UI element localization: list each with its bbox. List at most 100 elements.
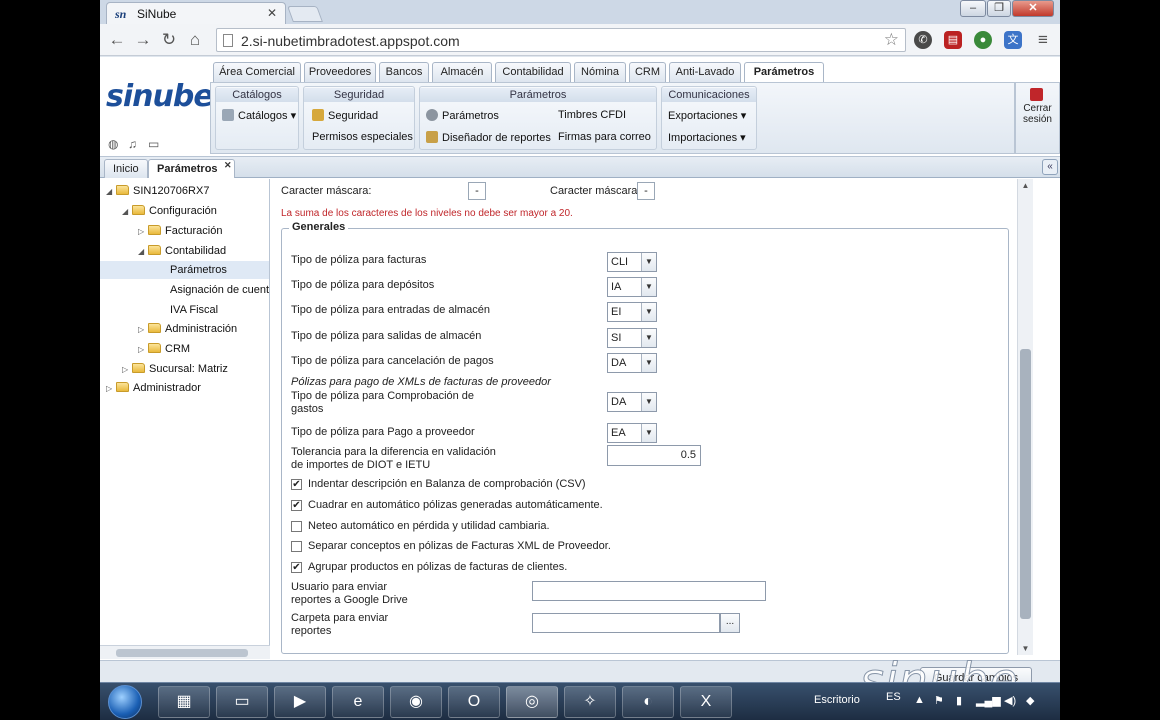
translate-extension-icon[interactable]: 文	[1004, 31, 1022, 49]
parametros-button[interactable]: Parámetros	[426, 109, 499, 122]
poliza-facturas-select[interactable]: CLI ▼	[607, 252, 657, 272]
close-tab-icon[interactable]: ✕	[224, 156, 232, 174]
seguridad-button[interactable]: Seguridad	[312, 109, 378, 122]
check-agrupar[interactable]: ✔	[291, 562, 302, 573]
scroll-down-icon[interactable]: ▼	[1020, 644, 1031, 653]
mask2-input[interactable]: -	[637, 182, 655, 200]
minimize-icon[interactable]: –	[960, 0, 986, 17]
evernote-extension-icon[interactable]: ●	[974, 31, 992, 49]
carpeta-input[interactable]	[532, 613, 720, 633]
permisos-button[interactable]: Permisos especiales	[312, 131, 413, 143]
check-neteo[interactable]	[291, 521, 302, 532]
exportaciones-menu[interactable]: Exportaciones ▾	[668, 109, 746, 122]
bell-icon[interactable]: ♫	[128, 137, 142, 151]
tolerancia-input[interactable]: 0.5	[607, 445, 701, 466]
forward-arrow-icon[interactable]: →	[132, 30, 154, 50]
form-vertical-scrollbar[interactable]: ▲ ▼	[1017, 179, 1033, 655]
whatsapp-extension-icon[interactable]: ✆	[914, 31, 932, 49]
catalogos-menu[interactable]: Catálogos ▾	[222, 109, 296, 122]
check-separar[interactable]	[291, 541, 302, 552]
scroll-thumb[interactable]	[1020, 349, 1031, 619]
escritorio-label[interactable]: Escritorio	[814, 694, 860, 706]
tree-horizontal-scrollbar[interactable]	[100, 645, 270, 659]
browser-tab-title: SiNube	[137, 7, 177, 21]
tab-area-comercial[interactable]: Área Comercial	[213, 62, 301, 82]
home-icon[interactable]: ⌂	[184, 30, 206, 50]
flag-icon[interactable]: ⚑	[934, 694, 944, 707]
poliza-depositos-select[interactable]: IA ▼	[607, 277, 657, 297]
usuario-label: Usuario para enviar	[291, 581, 387, 593]
poliza-comprobacion-select[interactable]: DA ▼	[607, 392, 657, 412]
start-button[interactable]	[108, 685, 142, 719]
poliza-entradas-select[interactable]: EI ▼	[607, 302, 657, 322]
chat-icon[interactable]: ▭	[148, 137, 162, 151]
tree-node-administrador[interactable]: ▷ Administrador	[106, 379, 201, 397]
chrome-icon[interactable]: ◎	[506, 686, 558, 718]
language-indicator[interactable]: ES	[886, 691, 901, 703]
tree-node-configuracion[interactable]: ◢ Configuración	[122, 202, 217, 220]
tab-anti-lavado[interactable]: Anti-Lavado	[669, 62, 741, 82]
menu-icon[interactable]: ≡	[1032, 30, 1054, 50]
media-player-icon[interactable]: ▶	[274, 686, 326, 718]
safari-icon[interactable]: ✧	[564, 686, 616, 718]
tab-almacen[interactable]: Almacén	[432, 62, 492, 82]
tree-node-contabilidad[interactable]: ◢ Contabilidad	[138, 242, 226, 260]
tray-arrow-icon[interactable]: ▲	[914, 694, 925, 706]
usuario-input[interactable]	[532, 581, 766, 601]
shield-icon[interactable]: ◆	[1026, 694, 1034, 707]
firmas-button[interactable]: Firmas para correo	[558, 131, 651, 143]
browser-tab[interactable]: sn SiNube ✕	[106, 2, 286, 24]
excel-icon[interactable]: X	[680, 686, 732, 718]
browser-toolbar: ← → ↻ ⌂ 2.si-nubetimbradotest.appspot.co…	[100, 24, 1060, 56]
tab-proveedores[interactable]: Proveedores	[304, 62, 376, 82]
tree-node-parametros[interactable]: Parámetros	[100, 261, 269, 279]
check-cuadrar[interactable]: ✔	[291, 500, 302, 511]
disenador-button[interactable]: Diseñador de reportes	[426, 131, 551, 144]
importaciones-menu[interactable]: Importaciones ▾	[668, 131, 746, 144]
tree-node-crm[interactable]: ▷ CRM	[138, 340, 190, 358]
close-tab-icon[interactable]: ✕	[267, 6, 277, 20]
tab-crm[interactable]: CRM	[629, 62, 666, 82]
file-explorer-icon[interactable]: ▭	[216, 686, 268, 718]
tab-parametros[interactable]: Parámetros	[744, 62, 824, 83]
tab-bancos[interactable]: Bancos	[379, 62, 429, 82]
page-tab-parametros[interactable]: Parámetros ✕	[148, 159, 235, 178]
maximize-icon[interactable]: ❐	[987, 0, 1011, 17]
browse-button[interactable]: ...	[720, 613, 740, 633]
reload-icon[interactable]: ↻	[158, 30, 180, 50]
collapse-icon[interactable]: «	[1042, 159, 1058, 175]
volume-icon[interactable]: ◀)	[1004, 694, 1016, 707]
poliza-salidas-select[interactable]: SI ▼	[607, 328, 657, 348]
tree-node-facturacion[interactable]: ▷ Facturación	[138, 222, 222, 240]
timbres-button[interactable]: Timbres CFDI	[558, 109, 626, 121]
tree-node-root[interactable]: ◢ SIN120706RX7	[106, 182, 209, 200]
bookmark-star-icon[interactable]: ☆	[884, 30, 899, 50]
scroll-up-icon[interactable]: ▲	[1020, 181, 1031, 190]
pdf-extension-icon[interactable]: ▤	[944, 31, 962, 49]
network-icon[interactable]: ▮	[956, 694, 962, 707]
new-tab-button[interactable]	[287, 6, 323, 22]
app-green-icon[interactable]: ◐	[622, 686, 674, 718]
apps-grid-icon[interactable]: ▦	[158, 686, 210, 718]
tree-node-sucursal[interactable]: ▷ Sucursal: Matriz	[122, 360, 228, 378]
firefox-icon[interactable]: ◉	[390, 686, 442, 718]
opera-icon[interactable]: O	[448, 686, 500, 718]
page-tab-inicio[interactable]: Inicio	[104, 159, 148, 178]
tree-node-administracion[interactable]: ▷ Administración	[138, 320, 237, 338]
globe-icon[interactable]: ◍	[108, 137, 122, 151]
check-indentar[interactable]: ✔	[291, 479, 302, 490]
close-window-icon[interactable]: ✕	[1012, 0, 1054, 17]
signal-icon[interactable]: ▂▄▆	[976, 694, 1001, 707]
back-arrow-icon[interactable]: ←	[106, 30, 128, 50]
mask1-input[interactable]: -	[468, 182, 486, 200]
internet-explorer-icon[interactable]: e	[332, 686, 384, 718]
poliza-pago-select[interactable]: EA ▼	[607, 423, 657, 443]
tree-node-asignacion[interactable]: Asignación de cuenta	[170, 281, 269, 299]
logout-button[interactable]: Cerrar sesión	[1015, 82, 1060, 154]
tab-contabilidad[interactable]: Contabilidad	[495, 62, 571, 82]
tab-nomina[interactable]: Nómina	[574, 62, 626, 82]
address-bar[interactable]: 2.si-nubetimbradotest.appspot.com ☆	[216, 28, 906, 52]
warning-text: La suma de los caracteres de los niveles…	[281, 208, 573, 219]
poliza-cancelacion-select[interactable]: DA ▼	[607, 353, 657, 373]
tree-node-iva[interactable]: IVA Fiscal	[170, 301, 218, 319]
